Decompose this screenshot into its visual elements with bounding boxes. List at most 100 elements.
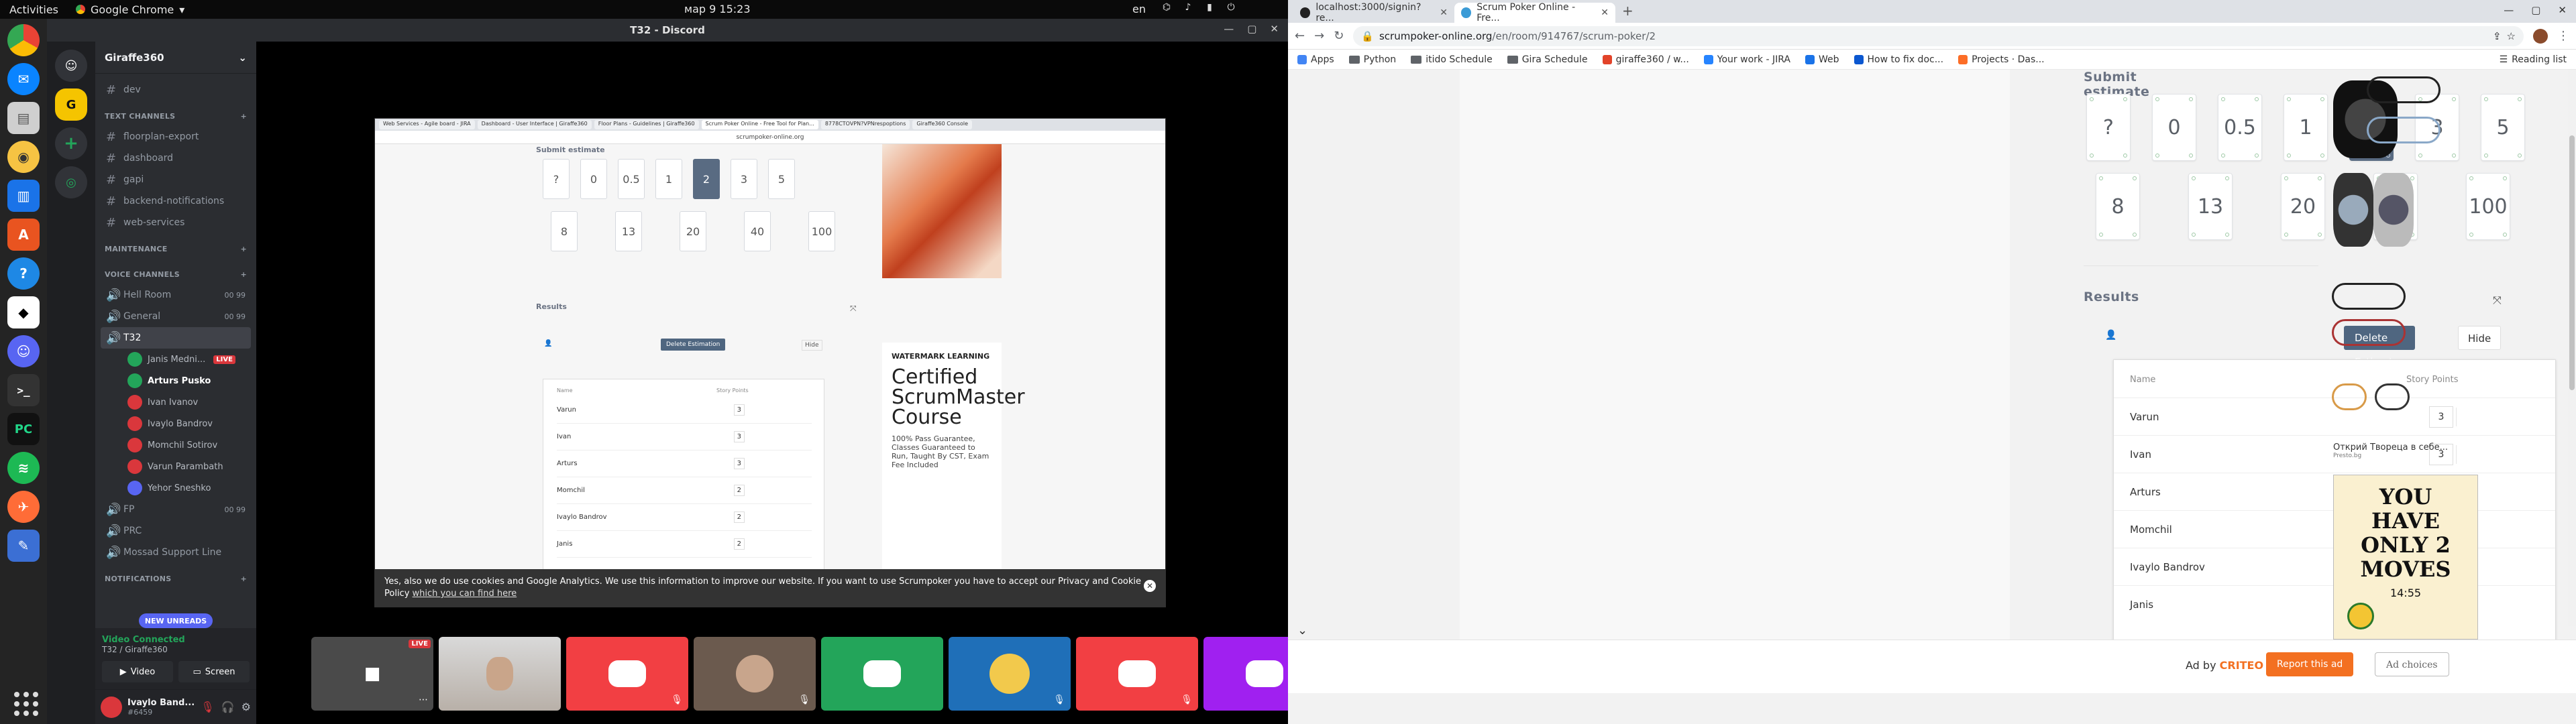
channel-prc[interactable]: 🔊 PRC — [101, 520, 251, 542]
add-channel-icon[interactable]: + — [240, 270, 247, 279]
bookmark-projects[interactable]: Projects · Das... — [1958, 54, 2045, 65]
postman-icon[interactable]: ✈ — [7, 491, 40, 523]
voice-status-channel[interactable]: T32 / Giraffe360 — [102, 645, 250, 654]
chrome-icon[interactable] — [7, 24, 40, 56]
add-channel-icon[interactable]: + — [240, 112, 247, 121]
activities-button[interactable]: Activities — [9, 3, 58, 16]
close-tab-icon[interactable]: ✕ — [1440, 7, 1448, 18]
close-icon[interactable]: ✕ — [1270, 23, 1279, 35]
files-icon[interactable]: ▤ — [7, 102, 40, 134]
channel-mossad-support-line[interactable]: 🔊 Mossad Support Line — [101, 542, 251, 563]
inkscape-icon[interactable]: ◆ — [7, 296, 40, 328]
forward-icon[interactable]: → — [1314, 29, 1324, 43]
estimate-card[interactable]: 13 — [2188, 173, 2233, 240]
chevron-down-icon[interactable]: ⌄ — [1297, 623, 1307, 638]
show-applications-icon[interactable] — [7, 685, 40, 717]
estimate-card[interactable]: 20 — [2281, 173, 2325, 240]
cookie-link[interactable]: which you can find here — [413, 589, 517, 599]
reading-list[interactable]: ☰ Reading list — [2500, 54, 2567, 65]
new-tab-icon[interactable]: + — [1615, 3, 1640, 23]
estimate-card[interactable]: ? — [2086, 94, 2131, 161]
discord-icon[interactable]: ☺ — [7, 335, 40, 367]
tab-localhost[interactable]: localhost:3000/signin?re... ✕ — [1293, 2, 1454, 23]
estimate-card[interactable]: 0.5 — [2218, 94, 2262, 161]
participant-tile[interactable]: 🎙 — [694, 637, 816, 711]
add-server-icon[interactable]: + — [55, 127, 87, 160]
estimate-card[interactable]: 8 — [2096, 173, 2140, 240]
voice-channel-t32[interactable]: 🔊 T32 — [101, 327, 251, 349]
voice-user[interactable]: Arturs Pusko — [101, 370, 251, 391]
game-ad[interactable]: YOU HAVE ONLY 2 MOVES 14:55 — [2333, 475, 2478, 640]
headphones-icon[interactable]: 🎧 — [221, 701, 235, 713]
estimate-card[interactable]: 100 — [2466, 173, 2510, 240]
glasses-ad-image[interactable] — [2332, 283, 2406, 310]
page-scrollbar[interactable] — [2568, 70, 2576, 626]
scrum-course-ad[interactable]: WATERMARK LEARNING Certified ScrumMaster… — [882, 343, 1025, 570]
address-bar[interactable]: 🔒 scrumpoker-online.org/en/room/914767/s… — [1353, 25, 2524, 46]
system-tray[interactable]: ⌬ ♪ ▮ ⏻ — [1161, 1, 1237, 13]
watch-ad-image[interactable] — [2373, 173, 2414, 247]
report-ad-button[interactable]: Report this ad — [2266, 652, 2354, 676]
category-maintenance[interactable]: MAINTENANCE + — [101, 239, 251, 259]
keyboard-layout[interactable]: en — [1132, 3, 1146, 15]
glasses-ad-image[interactable] — [2367, 76, 2440, 103]
help-icon[interactable]: ? — [7, 257, 40, 290]
voice-user[interactable]: Ivaylo Bandrov — [101, 413, 251, 434]
ad-choices-button[interactable]: Ad choices — [2375, 652, 2449, 676]
watch-ad-image[interactable] — [2333, 173, 2373, 247]
spotify-icon[interactable]: ≋ — [7, 452, 40, 484]
channel-web-services[interactable]: # web-services — [101, 212, 251, 233]
glasses-ad-image[interactable] — [2332, 383, 2367, 410]
voice-channel-general[interactable]: 🔊 General 00 99 — [101, 306, 251, 327]
home-icon[interactable]: ☺ — [55, 50, 87, 82]
participant-tile[interactable]: 🎙 — [949, 637, 1071, 711]
category-notifications[interactable]: NOTIFICATIONS + — [101, 568, 251, 589]
participant-tile-video[interactable] — [439, 637, 561, 711]
participant-tile-stream[interactable]: ■ LIVE ⋯ — [311, 637, 433, 711]
add-user-icon[interactable]: 👤 — [2105, 330, 2116, 341]
glasses-ad-image[interactable] — [2367, 117, 2440, 143]
maximize-icon[interactable]: ▢ — [2531, 4, 2540, 16]
maximize-icon[interactable]: ▢ — [1247, 23, 1256, 35]
microphone-icon[interactable]: 🎙 — [201, 701, 214, 713]
menu-dots-icon[interactable]: ⋮ — [2557, 29, 2569, 43]
voice-user[interactable]: Varun Parambath — [101, 456, 251, 477]
pycharm-icon[interactable]: PC — [7, 413, 40, 445]
estimate-card[interactable]: 0 — [2152, 94, 2196, 161]
glasses-ad-image[interactable] — [2332, 319, 2406, 346]
voice-user[interactable]: Yehor Sneshko — [101, 477, 251, 499]
bookmark-itido-schedule[interactable]: itido Schedule — [1411, 54, 1493, 65]
new-unreads-pill[interactable]: NEW UNREADS — [139, 613, 213, 628]
rhythmbox-icon[interactable]: ◉ — [7, 141, 40, 173]
voice-user[interactable]: Janis Medni... LIVE — [101, 349, 251, 370]
channel-dev[interactable]: # dev — [101, 79, 251, 101]
close-tab-icon[interactable]: ✕ — [1601, 7, 1609, 18]
explore-servers-icon[interactable]: ◎ — [55, 166, 87, 198]
hide-button[interactable]: Hide — [2458, 326, 2502, 350]
estimate-card[interactable]: 5 — [2481, 94, 2525, 161]
glasses-ad-image[interactable] — [2375, 383, 2410, 410]
bookmark-python[interactable]: Python — [1348, 54, 1396, 65]
bookmark-how-to-fix[interactable]: How to fix doc... — [1854, 54, 1943, 65]
channel-gapi[interactable]: # gapi — [101, 169, 251, 190]
screen-share-button[interactable]: ▭ Screen — [178, 661, 250, 682]
thunderbird-icon[interactable]: ✉ — [7, 63, 40, 95]
minimize-icon[interactable]: — — [1224, 23, 1234, 35]
voice-user[interactable]: Momchil Sotirov — [101, 434, 251, 456]
bookmark-web[interactable]: Web — [1805, 54, 1839, 65]
terminal-icon[interactable]: >_ — [7, 374, 40, 406]
back-icon[interactable]: ← — [1295, 29, 1305, 43]
close-icon[interactable]: ✕ — [1144, 580, 1156, 592]
bookmark-gira-schedule[interactable]: Gira Schedule — [1507, 54, 1588, 65]
channel-dashboard[interactable]: # dashboard — [101, 147, 251, 169]
voice-channel-hell-room[interactable]: 🔊 Hell Room 00 99 — [101, 284, 251, 306]
channel-fp[interactable]: 🔊 FP 00 99 — [101, 499, 251, 520]
star-icon[interactable]: ☆ — [2507, 30, 2516, 42]
bookmark-apps[interactable]: Apps — [1297, 54, 1334, 65]
voice-user[interactable]: Ivan Ivanov — [101, 391, 251, 413]
video-button[interactable]: ▶ Video — [102, 661, 173, 682]
clock[interactable]: мар 9 15:23 — [684, 3, 751, 15]
ad-caption[interactable]: Открий Твореца в себе... Presto.bg — [2333, 442, 2448, 459]
add-channel-icon[interactable]: + — [240, 575, 247, 583]
server-header[interactable]: Giraffe360 ⌄ — [95, 42, 256, 74]
